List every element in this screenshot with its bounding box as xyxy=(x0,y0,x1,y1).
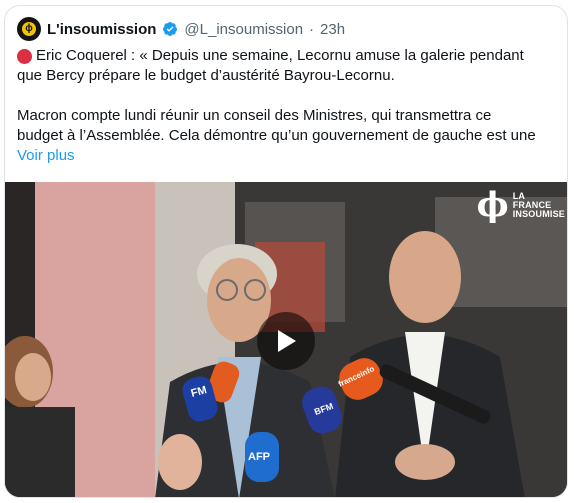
avatar[interactable]: ϕ xyxy=(17,17,41,41)
man2-head xyxy=(389,231,461,323)
author-name[interactable]: L'insoumission xyxy=(47,21,156,38)
tweet-line: Macron compte lundi réunir un conseil de… xyxy=(17,107,492,124)
separator-dot: · xyxy=(309,20,315,38)
woman-body xyxy=(5,407,75,497)
play-icon xyxy=(278,330,296,352)
lfi-watermark: ϕ LA FRANCE INSOUMISE xyxy=(477,188,565,222)
tweet-line-text: Eric Coquerel : « Depuis une semaine, Le… xyxy=(36,47,524,64)
lfi-logo-icon: ϕ xyxy=(476,185,509,225)
hand xyxy=(395,444,455,480)
tweet-header: ϕ L'insoumission @L_insoumission · 23h xyxy=(17,16,345,42)
avatar-logo-icon: ϕ xyxy=(22,22,36,36)
see-more-link[interactable]: Voir plus xyxy=(17,146,557,166)
red-circle-emoji-icon xyxy=(17,48,32,64)
tweet-text: Eric Coquerel : « Depuis une semaine, Le… xyxy=(17,46,557,166)
hand xyxy=(158,434,202,490)
tweet-line: que Bercy prépare le budget d’austérité … xyxy=(17,67,395,84)
tweet-line: Eric Coquerel : « Depuis une semaine, Le… xyxy=(17,46,557,66)
verified-badge-icon xyxy=(163,22,178,36)
woman-face xyxy=(15,353,51,401)
tweet-line: budget à l’Assemblée. Cela démontre qu’u… xyxy=(17,127,536,144)
play-button[interactable] xyxy=(257,312,315,370)
tweet-card[interactable]: ϕ L'insoumission @L_insoumission · 23h E… xyxy=(4,5,568,498)
watermark-text: LA FRANCE INSOUMISE xyxy=(512,191,565,219)
author-handle[interactable]: @L_insoumission xyxy=(184,21,303,38)
mic-label-afp: AFP xyxy=(248,451,270,463)
timestamp[interactable]: 23h xyxy=(320,21,345,38)
video-thumbnail[interactable]: FM BFM AFP franceinfo ϕ LA FRANCE INSOUM… xyxy=(5,182,567,497)
watermark-line: INSOUMISE xyxy=(512,208,565,219)
